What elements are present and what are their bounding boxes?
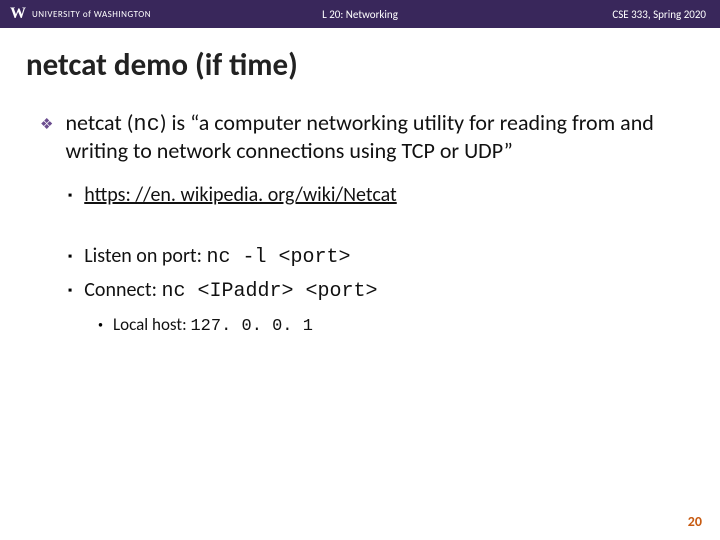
- slide: W UNIVERSITY of WASHINGTON L 20: Network…: [0, 0, 720, 540]
- bullet-link: ▪ https: //en. wikipedia. org/wiki/Netca…: [40, 183, 688, 208]
- course-term: CSE 333, Spring 2020: [612, 8, 720, 21]
- bullet-text: https: //en. wikipedia. org/wiki/Netcat: [84, 183, 397, 208]
- lecture-label: L 20: Networking: [322, 8, 398, 21]
- slide-header: W UNIVERSITY of WASHINGTON L 20: Network…: [0, 0, 720, 28]
- slide-title: netcat demo (if time): [0, 28, 720, 96]
- square-bullet-icon: ▪: [68, 284, 72, 304]
- square-bullet-icon: ▪: [68, 189, 72, 208]
- wikipedia-link[interactable]: https: //en. wikipedia. org/wiki/Netcat: [84, 183, 397, 207]
- w-mark-icon: W: [10, 5, 26, 23]
- diamond-bullet-icon: ❖: [40, 116, 53, 165]
- bullet-text: netcat (nc) is “a computer networking ut…: [65, 110, 688, 165]
- slide-body: ❖ netcat (nc) is “a computer networking …: [0, 110, 720, 337]
- bullet-connect: ▪ Connect: nc <IPaddr> <port>: [40, 278, 688, 304]
- bullet-text: Listen on port: nc -l <port>: [84, 244, 350, 270]
- page-number: 20: [688, 513, 702, 530]
- uw-logo: W UNIVERSITY of WASHINGTON: [0, 5, 151, 23]
- org-name: UNIVERSITY of WASHINGTON: [32, 9, 151, 20]
- bullet-listen: ▪ Listen on port: nc -l <port>: [40, 244, 688, 270]
- bullet-text: Connect: nc <IPaddr> <port>: [84, 278, 377, 304]
- square-bullet-icon: ▪: [68, 250, 72, 270]
- dot-bullet-icon: •: [98, 319, 103, 337]
- bullet-text: Local host: 127. 0. 0. 1: [113, 314, 313, 337]
- bullet-localhost: • Local host: 127. 0. 0. 1: [40, 314, 688, 337]
- bullet-netcat-desc: ❖ netcat (nc) is “a computer networking …: [40, 110, 688, 165]
